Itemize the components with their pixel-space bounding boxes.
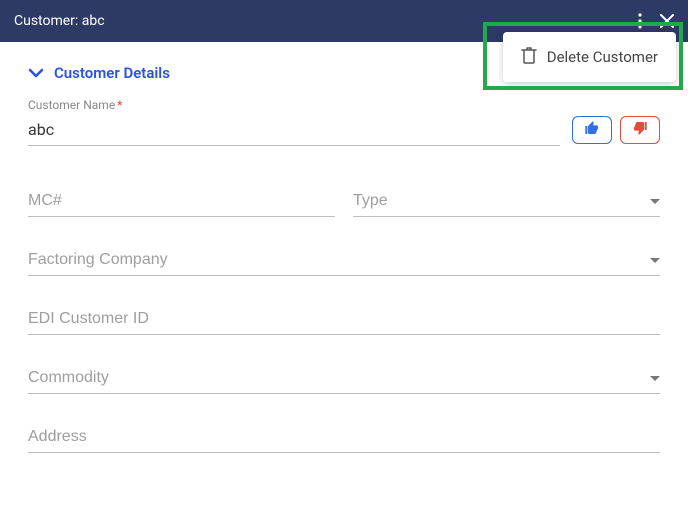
thumbs-up-icon xyxy=(584,120,600,140)
rating-buttons xyxy=(572,116,660,146)
mc-number-field xyxy=(28,186,335,217)
trash-icon xyxy=(521,46,537,68)
customer-name-input[interactable]: abc xyxy=(28,114,560,146)
thumbs-up-button[interactable] xyxy=(572,116,612,144)
delete-customer-menu-item[interactable]: Delete Customer xyxy=(503,32,676,82)
address-input[interactable] xyxy=(28,422,660,453)
type-select[interactable] xyxy=(353,186,660,217)
type-field xyxy=(353,186,660,217)
edi-customer-id-input[interactable] xyxy=(28,304,660,335)
edi-customer-id-field xyxy=(28,304,660,335)
customer-name-field: Customer Name* abc xyxy=(28,98,560,146)
delete-customer-label: Delete Customer xyxy=(547,48,658,66)
factoring-company-field xyxy=(28,245,660,276)
commodity-field xyxy=(28,363,660,394)
factoring-company-select[interactable] xyxy=(28,245,660,276)
chevron-down-icon xyxy=(28,64,44,82)
content-area: Customer Details Customer Name* abc xyxy=(0,42,688,453)
more-options-icon[interactable] xyxy=(638,13,642,29)
header-actions xyxy=(638,13,674,29)
required-star-icon: * xyxy=(117,98,122,112)
thumbs-down-icon xyxy=(632,120,648,140)
thumbs-down-button[interactable] xyxy=(620,116,660,144)
section-title: Customer Details xyxy=(54,64,170,82)
panel-title: Customer: abc xyxy=(14,13,105,29)
close-icon[interactable] xyxy=(660,14,674,28)
address-field xyxy=(28,422,660,453)
customer-name-label: Customer Name* xyxy=(28,98,560,112)
mc-number-input[interactable] xyxy=(28,186,335,217)
commodity-select[interactable] xyxy=(28,363,660,394)
